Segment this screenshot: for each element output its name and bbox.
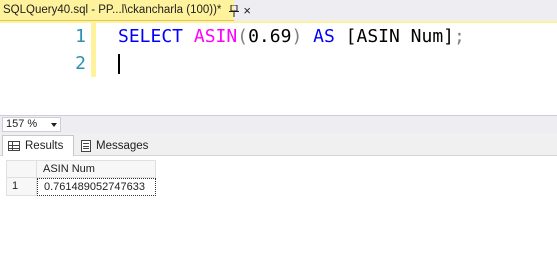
zoom-bar: 157 % <box>0 115 557 133</box>
operator-token: ( <box>237 26 249 47</box>
messages-icon <box>81 139 91 152</box>
change-bar <box>91 50 96 77</box>
tab-results-label: Results <box>25 140 64 152</box>
change-bar <box>91 23 96 50</box>
grid-cell[interactable]: 0.761489052747633 <box>37 178 156 196</box>
alias-token: [ASIN Num] <box>334 26 455 47</box>
query-editor[interactable]: 1 SELECT ASIN(0.69) AS [ASIN Num]; 2 <box>0 23 557 113</box>
zoom-value: 157 % <box>6 118 38 130</box>
document-tab-title: SQLQuery40.sql - PP...l\ckancharla (100)… <box>3 4 222 16</box>
results-grid[interactable]: ASIN Num 1 0.761489052747633 <box>0 156 557 278</box>
column-header[interactable]: ASIN Num <box>37 160 156 178</box>
keyword-token: AS <box>313 26 335 47</box>
operator-token: ; <box>454 26 465 47</box>
tab-messages[interactable]: Messages <box>76 135 154 156</box>
chevron-down-icon[interactable] <box>51 123 57 127</box>
line-number: 2 <box>75 53 86 74</box>
grid-corner-cell[interactable] <box>6 160 37 178</box>
row-header[interactable]: 1 <box>6 178 37 196</box>
tab-messages-label: Messages <box>96 139 149 152</box>
text-caret <box>118 54 120 74</box>
code-text[interactable]: SELECT ASIN(0.69) AS [ASIN Num]; <box>118 23 465 50</box>
grid-icon <box>8 141 20 151</box>
document-tab[interactable]: SQLQuery40.sql - PP...l\ckancharla (100)… <box>0 0 251 21</box>
function-token: ASIN <box>193 26 238 47</box>
zoom-dropdown[interactable]: 157 % <box>2 117 61 132</box>
literal-token: 0.69 <box>248 26 292 47</box>
editor-line-1[interactable]: 1 SELECT ASIN(0.69) AS [ASIN Num]; <box>0 23 557 50</box>
pin-icon[interactable] <box>229 4 240 17</box>
tab-results[interactable]: Results <box>2 135 74 156</box>
line-number: 1 <box>75 26 86 47</box>
operator-token: ) <box>291 26 303 47</box>
document-tab-strip: SQLQuery40.sql - PP...l\ckancharla (100)… <box>0 0 557 21</box>
keyword-token: SELECT <box>118 26 184 47</box>
editor-line-2[interactable]: 2 <box>0 50 557 77</box>
results-tab-strip: Results Messages <box>0 133 557 156</box>
close-icon[interactable]: × <box>243 4 251 17</box>
